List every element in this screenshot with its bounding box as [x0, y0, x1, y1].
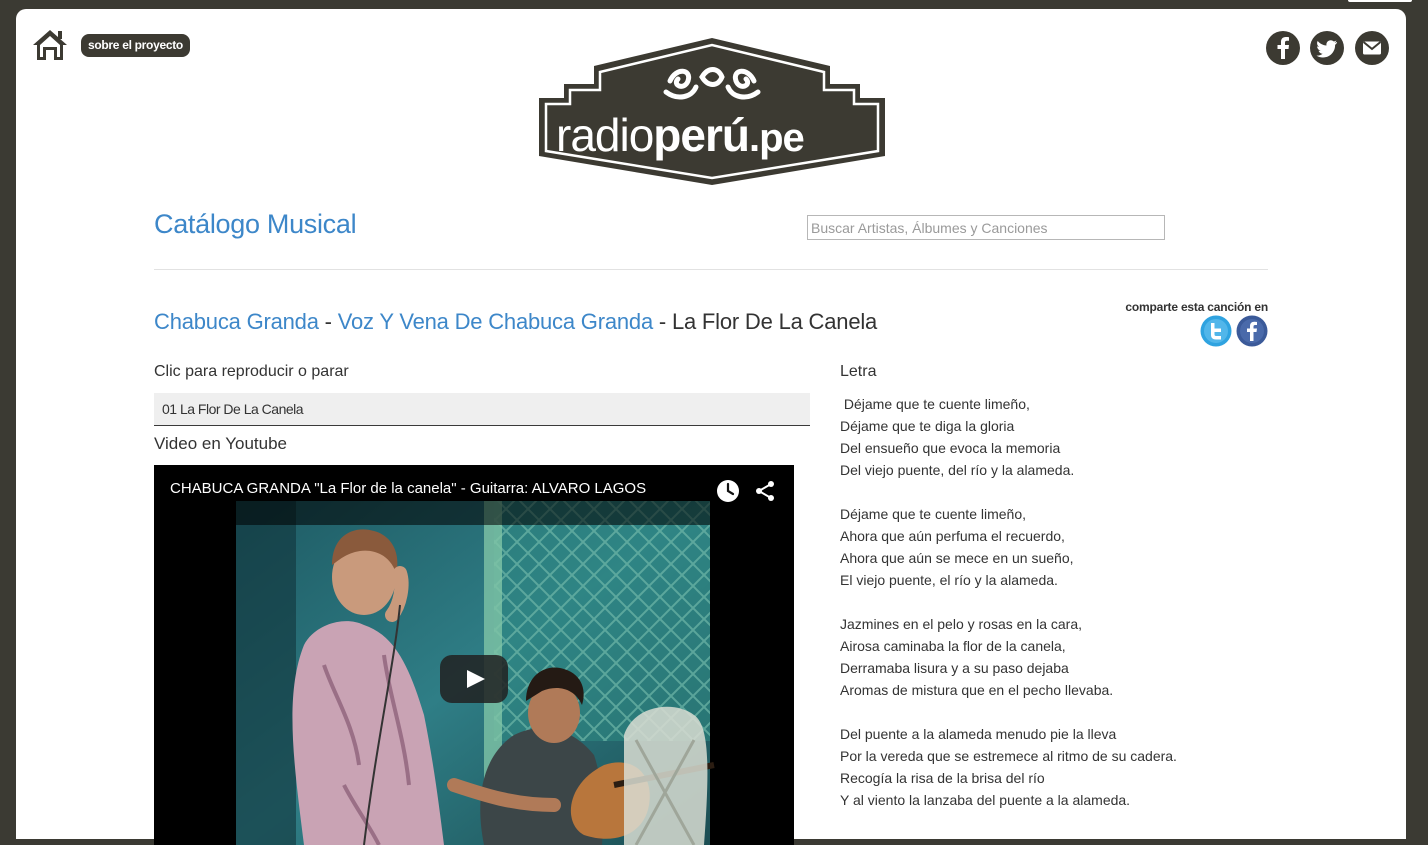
- lyric-line: Ahora que aún se mece en un sueño,: [840, 550, 1074, 566]
- lyric-line: El viejo puente, el río y la alameda.: [840, 572, 1058, 588]
- lyric-line: Jazmines en el pelo y rosas en la cara,: [840, 616, 1083, 632]
- lyrics-stanza: Del puente a la alameda menudo pie la ll…: [840, 723, 1260, 811]
- twitter-icon[interactable]: [1310, 31, 1344, 65]
- home-icon[interactable]: [32, 28, 68, 62]
- video-title[interactable]: CHABUCA GRANDA "La Flor de la canela" - …: [170, 480, 646, 497]
- play-instruction: Clic para reproducir o parar: [154, 363, 349, 380]
- lyrics-stanza: Déjame que te cuente limeño, Ahora que a…: [840, 503, 1260, 591]
- track-label: 01 La Flor De La Canela: [162, 401, 304, 417]
- lyrics-title: Letra: [840, 363, 877, 380]
- lyric-line: Por la vereda que se estremece al ritmo …: [840, 748, 1177, 764]
- lyrics-stanza: Jazmines en el pelo y rosas en la cara, …: [840, 613, 1260, 701]
- catalog-title[interactable]: Catálogo Musical: [154, 209, 357, 240]
- share-icon[interactable]: [753, 479, 777, 503]
- artist-link[interactable]: Chabuca Granda: [154, 309, 319, 334]
- play-icon[interactable]: [440, 655, 508, 703]
- svg-text:radioperú.pe: radioperú.pe: [556, 109, 804, 161]
- separator: -: [653, 309, 672, 334]
- page: sobre el proyecto radioperú.pe Catálogo …: [16, 9, 1406, 845]
- song-heading: Chabuca Granda - Voz Y Vena De Chabuca G…: [154, 309, 877, 335]
- facebook-icon[interactable]: [1266, 31, 1300, 65]
- share-label: comparte esta canción en: [1125, 300, 1268, 314]
- song-title: La Flor De La Canela: [671, 309, 878, 334]
- lyrics-stanza: Déjame que te cuente limeño, Déjame que …: [840, 393, 1260, 481]
- youtube-video[interactable]: CHABUCA GRANDA "La Flor de la canela" - …: [154, 465, 794, 845]
- lyric-line: Déjame que te cuente limeño,: [840, 396, 1030, 412]
- audio-track[interactable]: 01 La Flor De La Canela: [154, 393, 810, 426]
- lyrics: Déjame que te cuente limeño, Déjame que …: [840, 393, 1260, 833]
- top-strip: [1348, 0, 1412, 2]
- share-facebook-icon[interactable]: [1236, 315, 1268, 347]
- divider: [154, 269, 1268, 270]
- lyric-line: Déjame que te diga la gloria: [840, 418, 1015, 434]
- album-link[interactable]: Voz Y Vena De Chabuca Granda: [338, 309, 653, 334]
- lyric-line: Recogía la risa de la brisa del río: [840, 770, 1045, 786]
- radioperu-logo[interactable]: radioperú.pe: [536, 37, 888, 187]
- lyric-line: Del puente a la alameda menudo pie la ll…: [840, 726, 1117, 742]
- lyric-line: Del ensueño que evoca la memoria: [840, 440, 1061, 456]
- about-project-button[interactable]: sobre el proyecto: [81, 34, 190, 57]
- search-input[interactable]: [807, 215, 1165, 240]
- lyric-line: Derramaba lisura y a su paso dejaba: [840, 660, 1069, 676]
- lyric-line: Déjame que te cuente limeño,: [840, 506, 1026, 522]
- clock-icon[interactable]: [716, 479, 740, 503]
- lyric-line: Ahora que aún perfuma el recuerdo,: [840, 528, 1065, 544]
- mail-icon[interactable]: [1355, 31, 1389, 65]
- lyric-line: Del viejo puente, del río y la alameda.: [840, 462, 1075, 478]
- lyric-line: Aromas de mistura que en el pecho llevab…: [840, 682, 1114, 698]
- lyric-line: Y al viento la lanzaba del puente a la a…: [840, 792, 1131, 808]
- video-label: Video en Youtube: [154, 434, 287, 453]
- separator: -: [318, 309, 338, 334]
- share-twitter-icon[interactable]: [1200, 315, 1232, 347]
- lyric-line: Airosa caminaba la flor de la canela,: [840, 638, 1066, 654]
